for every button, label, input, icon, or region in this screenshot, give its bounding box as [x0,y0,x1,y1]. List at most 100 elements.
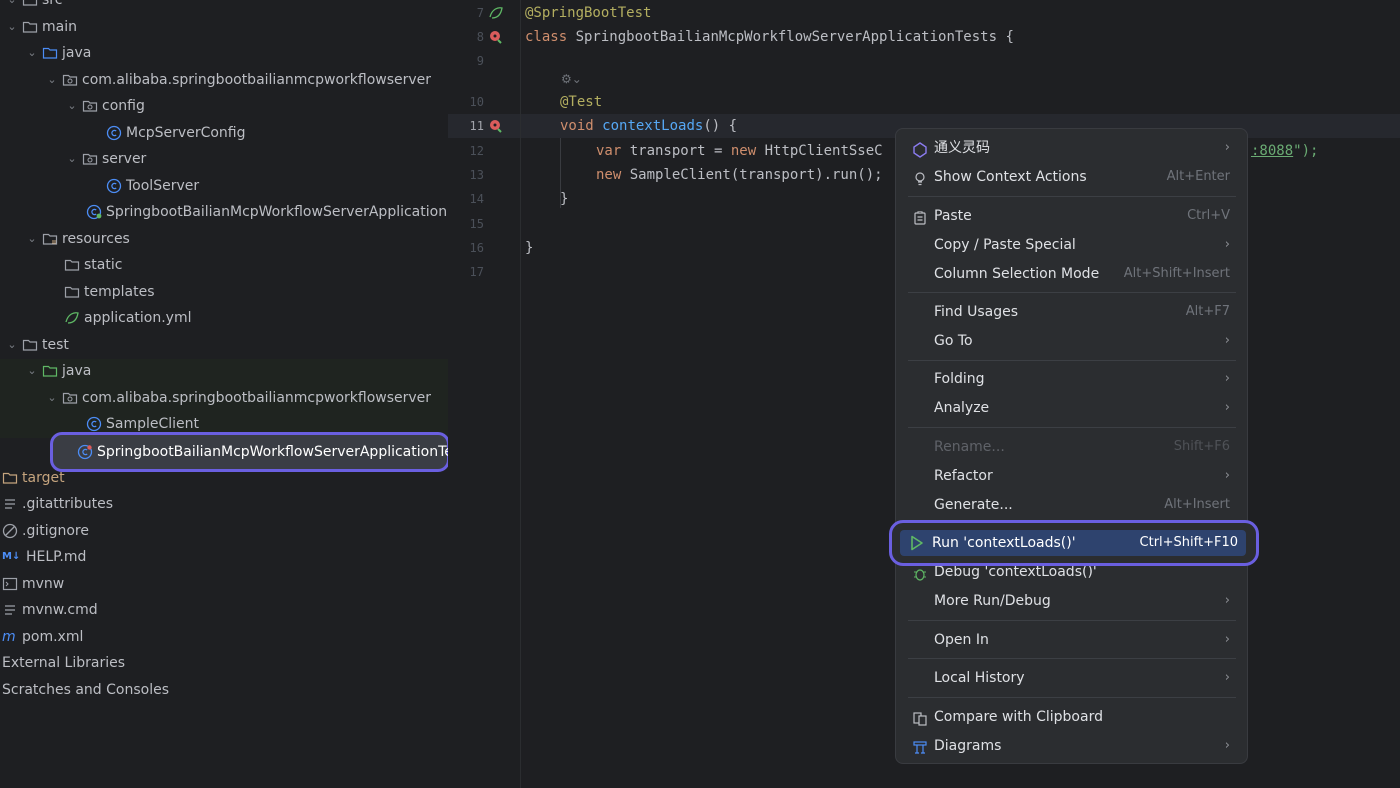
folder-icon [22,337,38,353]
menu-separator [908,196,1236,197]
ide-window: ⌄ src ⌄ main ⌄ java ⌄ com.alibaba.spring… [0,0,1400,788]
folder-icon [22,19,38,35]
menu-item-analyze[interactable]: Analyze › [908,394,1238,422]
tree-item-application-yml[interactable]: application.yml [64,305,192,331]
submenu-arrow-icon: › [1224,140,1230,155]
tree-item-mvnw-cmd[interactable]: mvnw.cmd [2,597,98,623]
tree-item-mvnw[interactable]: mvnw [2,571,64,597]
chevron-down-icon[interactable]: ⌄ [4,14,20,40]
menu-item-column-selection[interactable]: Column Selection Mode Alt+Shift+Insert [908,260,1238,288]
tree-item-pom-xml[interactable]: m pom.xml [2,624,83,650]
chevron-down-icon[interactable]: ⌄ [4,0,20,13]
submenu-arrow-icon: › [1224,468,1230,483]
submenu-arrow-icon: › [1224,738,1230,753]
code-line: @SpringBootTest [525,5,652,21]
tree-item-scratches[interactable]: Scratches and Consoles [2,677,169,703]
menu-separator [908,697,1236,698]
debug-icon [912,564,928,581]
menu-separator [908,620,1236,621]
code-line: new SampleClient(transport).run(); [596,167,883,183]
excluded-folder-icon [2,470,18,486]
menu-item-refactor[interactable]: Refactor › [908,462,1238,490]
tree-item-static[interactable]: static [64,252,122,278]
chevron-down-icon[interactable]: ⌄ [24,40,40,66]
line-number: 15 [469,217,484,231]
tree-item-toolserver[interactable]: ToolServer [106,173,199,199]
line-number: 12 [469,144,484,158]
menu-item-generate[interactable]: Generate... Alt+Insert [908,491,1238,519]
class-icon [86,416,102,432]
menu-item-find-usages[interactable]: Find Usages Alt+F7 [908,298,1238,326]
line-number: 7 [476,6,484,20]
chevron-down-icon[interactable]: ⌄ [44,67,60,93]
code-line: } [560,191,569,207]
package-icon [82,98,98,114]
menu-item-rename[interactable]: Rename... Shift+F6 [908,433,1238,461]
tree-item-java-main[interactable]: ⌄ java [24,40,91,66]
folder-icon [64,257,80,273]
line-number: 9 [476,54,484,68]
inlay-hint-icon[interactable]: ⚙⌄ [561,72,582,86]
menu-item-local-history[interactable]: Local History › [908,664,1238,692]
menu-item-tongyi[interactable]: 通义灵码 › [908,134,1238,162]
chevron-down-icon[interactable]: ⌄ [64,146,80,172]
menu-item-run[interactable]: Run 'contextLoads()' Ctrl+Shift+F10 [900,530,1246,556]
tree-item-test[interactable]: ⌄ test [4,332,69,358]
tree-item-application-tests[interactable]: SpringbootBailianMcpWorkflowServerApplic… [77,439,448,465]
tree-item-help-md[interactable]: M↓ HELP.md [2,544,86,570]
run-test-gutter-icon[interactable] [488,118,504,138]
tree-item-gitattributes[interactable]: .gitattributes [2,491,113,517]
clipboard-icon [912,208,928,225]
tree-item-src[interactable]: ⌄ src [4,0,62,13]
gutter-divider [520,0,521,788]
chevron-down-icon[interactable]: ⌄ [24,226,40,252]
folder-icon [64,284,80,300]
menu-item-diagrams[interactable]: Diagrams › [908,732,1238,760]
menu-item-compare-clipboard[interactable]: Compare with Clipboard [908,703,1238,731]
menu-item-more-run-debug[interactable]: More Run/Debug › [908,587,1238,615]
menu-item-paste[interactable]: Paste Ctrl+V [908,202,1238,230]
menu-item-open-in[interactable]: Open In › [908,626,1238,654]
submenu-arrow-icon: › [1224,400,1230,415]
tree-item-resources[interactable]: ⌄ resources [24,226,129,252]
chevron-down-icon[interactable]: ⌄ [24,358,40,384]
tree-item-config[interactable]: ⌄ config [64,93,144,119]
tree-item-main[interactable]: ⌄ main [4,14,77,40]
package-icon [62,390,78,406]
submenu-arrow-icon: › [1224,632,1230,647]
maven-icon: m [2,629,16,645]
menu-item-copy-paste-special[interactable]: Copy / Paste Special › [908,231,1238,259]
chevron-down-icon[interactable]: ⌄ [4,332,20,358]
menu-item-go-to[interactable]: Go To › [908,327,1238,355]
menu-separator [908,658,1236,659]
tree-item-package-test[interactable]: ⌄ com.alibaba.springbootbailianmcpworkfl… [44,385,431,411]
submenu-arrow-icon: › [1224,593,1230,608]
tree-item-server[interactable]: ⌄ server [64,146,146,172]
menu-separator [908,360,1236,361]
package-icon [82,151,98,167]
tree-item-target[interactable]: target [2,465,65,491]
tree-item-gitignore[interactable]: .gitignore [2,518,89,544]
tree-item-java-test[interactable]: ⌄ java [24,358,91,384]
compare-icon [912,709,928,726]
chevron-down-icon[interactable]: ⌄ [64,93,80,119]
tree-item-sampleclient[interactable]: SampleClient [86,411,199,437]
tree-item-external-libraries[interactable]: External Libraries [2,650,125,676]
run-test-gutter-icon[interactable] [488,29,504,49]
menu-separator [908,427,1236,428]
tree-item-application-class[interactable]: SpringbootBailianMcpWorkflowServerApplic… [86,199,447,225]
code-line: var transport = new HttpClientSseC [596,143,883,159]
menu-item-show-context-actions[interactable]: Show Context Actions Alt+Enter [908,163,1238,191]
chevron-down-icon[interactable]: ⌄ [44,385,60,411]
text-file-icon [2,496,18,512]
line-number: 13 [469,168,484,182]
tree-item-mcpserverconfig[interactable]: McpServerConfig [106,120,246,146]
diagram-icon [912,738,928,754]
line-number: 11 [469,119,484,133]
class-icon [106,178,122,194]
submenu-arrow-icon: › [1224,237,1230,252]
menu-item-folding[interactable]: Folding › [908,365,1238,393]
tree-item-package-main[interactable]: ⌄ com.alibaba.springbootbailianmcpworkfl… [44,67,431,93]
spring-bean-gutter-icon[interactable] [488,5,504,25]
tree-item-templates[interactable]: templates [64,279,155,305]
